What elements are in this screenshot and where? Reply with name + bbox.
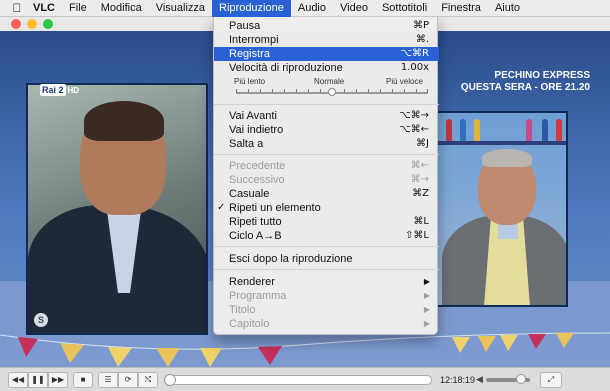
studio-guest-frame <box>436 111 568 307</box>
video-call-frame: S <box>26 83 208 335</box>
menu-item-precedente: Precedente ⌘← <box>229 160 429 172</box>
speed-fast-label: Più veloce <box>386 77 423 86</box>
checkmark-icon: ✓ <box>217 202 226 213</box>
overlay-line-2: QUESTA SERA - ORE 21.20 <box>460 82 590 93</box>
shuffle-button[interactable]: ⤭ <box>138 371 158 388</box>
stop-button[interactable]: ■ <box>73 371 93 388</box>
menu-item-pausa[interactable]: Pausa ⌘P <box>214 19 439 33</box>
bunting-decoration <box>0 332 610 367</box>
menu-separator <box>214 269 439 270</box>
rewind-button[interactable]: ◀◀ <box>8 371 28 388</box>
menu-audio[interactable]: Audio <box>291 0 333 17</box>
speed-normal-label: Normale <box>314 77 345 86</box>
screen:  VLC File Modifica Visualizza Riproduzi… <box>0 0 610 391</box>
menu-item-programma: Programma ▶ <box>229 290 430 302</box>
playlist-group: ☰ ⟳ ⤭ <box>98 371 158 388</box>
menu-separator <box>214 104 439 105</box>
speed-labels: Più lento Normale Più veloce <box>214 77 439 89</box>
menu-file[interactable]: File <box>62 0 94 17</box>
volume-icon: ◀ <box>476 374 483 384</box>
menu-item-registra[interactable]: Registra ⌥⌘R <box>214 47 439 61</box>
menu-item-casuale[interactable]: Casuale ⌘Z <box>214 187 439 201</box>
speed-slow-label: Più lento <box>234 77 266 86</box>
volume-knob[interactable] <box>516 373 527 384</box>
menu-item-renderer[interactable]: Renderer ▶ <box>214 275 439 289</box>
menu-item-ripeti-tutto[interactable]: Ripeti tutto ⌘L <box>214 215 439 229</box>
progress-slider[interactable] <box>164 373 432 386</box>
apple-logo-icon[interactable]:  <box>8 1 26 15</box>
submenu-arrow-icon: ▶ <box>423 305 430 314</box>
menu-item-vai-avanti[interactable]: Vai Avanti ⌥⌘→ <box>214 109 439 123</box>
program-overlay: PECHINO EXPRESS QUESTA SERA - ORE 21.20 <box>461 70 590 94</box>
menu-vlc[interactable]: VLC <box>26 0 62 17</box>
menu-item-salta-a[interactable]: Salta a ⌘J <box>214 137 439 151</box>
menu-item-successivo: Successivo ⌘→ <box>229 174 429 186</box>
fullscreen-button[interactable]: ⤢ <box>539 371 562 388</box>
menu-aiuto[interactable]: Aiuto <box>488 0 527 17</box>
pause-button[interactable]: ❚❚ <box>28 371 48 388</box>
time-display[interactable]: 12:18:19 <box>440 375 475 385</box>
overlay-line-1: PECHINO EXPRESS <box>494 70 590 81</box>
menu-item-velocita: Velocità di riproduzione 1.00x <box>229 62 429 74</box>
menu-item-ciclo[interactable]: Ciclo A→B ⇧⌘L <box>214 229 439 243</box>
menu-item-vai-indietro[interactable]: Vai indietro ⌥⌘← <box>214 123 439 137</box>
progress-knob[interactable] <box>164 373 176 386</box>
forward-button[interactable]: ▶▶ <box>48 371 68 388</box>
menu-separator <box>214 154 439 155</box>
menu-bar:  VLC File Modifica Visualizza Riproduzi… <box>0 0 610 17</box>
menu-item-interrompi[interactable]: Interrompi ⌘. <box>214 33 439 47</box>
menu-item-capitolo: Capitolo ▶ <box>229 318 430 330</box>
menu-modifica[interactable]: Modifica <box>94 0 149 17</box>
speed-slider[interactable] <box>236 88 428 96</box>
channel-logo: Rai 2 HD <box>40 84 80 96</box>
loop-button[interactable]: ⟳ <box>118 371 138 388</box>
riproduzione-menu: Pausa ⌘P Interrompi ⌘. Registra ⌥⌘R Velocit… <box>213 17 439 335</box>
menu-finestra[interactable]: Finestra <box>434 0 488 17</box>
menu-item-esci-dopo[interactable]: Esci dopo la riproduzione <box>214 252 439 266</box>
submenu-arrow-icon: ▶ <box>423 319 430 328</box>
volume-slider[interactable] <box>485 373 530 384</box>
menu-item-titolo: Titolo ▶ <box>229 304 430 316</box>
menu-item-ripeti-uno[interactable]: ✓ Ripeti un elemento <box>214 201 439 215</box>
minimize-window-button[interactable] <box>27 19 37 29</box>
close-window-button[interactable] <box>11 19 21 29</box>
menu-sottotitoli[interactable]: Sottotitoli <box>375 0 434 17</box>
skype-icon: S <box>34 313 48 327</box>
submenu-arrow-icon: ▶ <box>423 277 430 286</box>
transport-group: ◀◀ ❚❚ ▶▶ <box>8 371 68 388</box>
zoom-window-button[interactable] <box>43 19 53 29</box>
menu-riproduzione[interactable]: Riproduzione <box>212 0 291 17</box>
menu-visualizza[interactable]: Visualizza <box>149 0 212 17</box>
speed-knob[interactable] <box>328 88 336 96</box>
playlist-button[interactable]: ☰ <box>98 371 118 388</box>
playback-controls: ◀◀ ❚❚ ▶▶ ■ ☰ ⟳ ⤭ 12:18:19 ◀ ⤢ <box>0 367 610 391</box>
menu-video[interactable]: Video <box>333 0 375 17</box>
menu-separator <box>214 246 439 247</box>
submenu-arrow-icon: ▶ <box>423 291 430 300</box>
